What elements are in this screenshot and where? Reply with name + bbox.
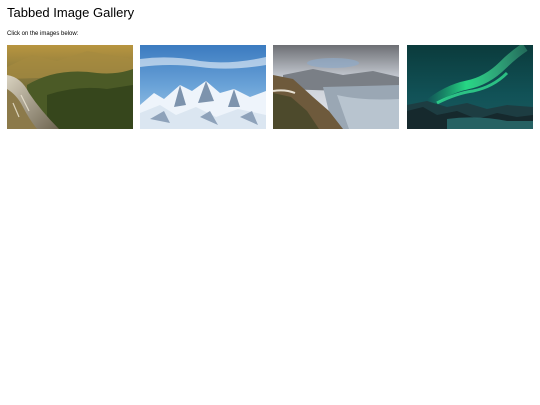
northern-lights-image bbox=[407, 45, 533, 129]
gallery-image-northern-lights[interactable] bbox=[407, 45, 533, 129]
image-gallery bbox=[7, 45, 534, 130]
gallery-instructions: Click on the images below: bbox=[7, 31, 79, 37]
page: Tabbed Image Gallery Click on the images… bbox=[0, 0, 540, 405]
forest-mountains-image bbox=[7, 45, 133, 129]
page-title: Tabbed Image Gallery bbox=[7, 5, 135, 20]
gallery-image-forest-mountains[interactable] bbox=[7, 45, 133, 129]
snow-mountains-image bbox=[140, 45, 266, 129]
gallery-image-snow-mountains[interactable] bbox=[140, 45, 266, 129]
gallery-image-mountain-lake[interactable] bbox=[273, 45, 399, 129]
mountain-lake-image bbox=[273, 45, 399, 129]
